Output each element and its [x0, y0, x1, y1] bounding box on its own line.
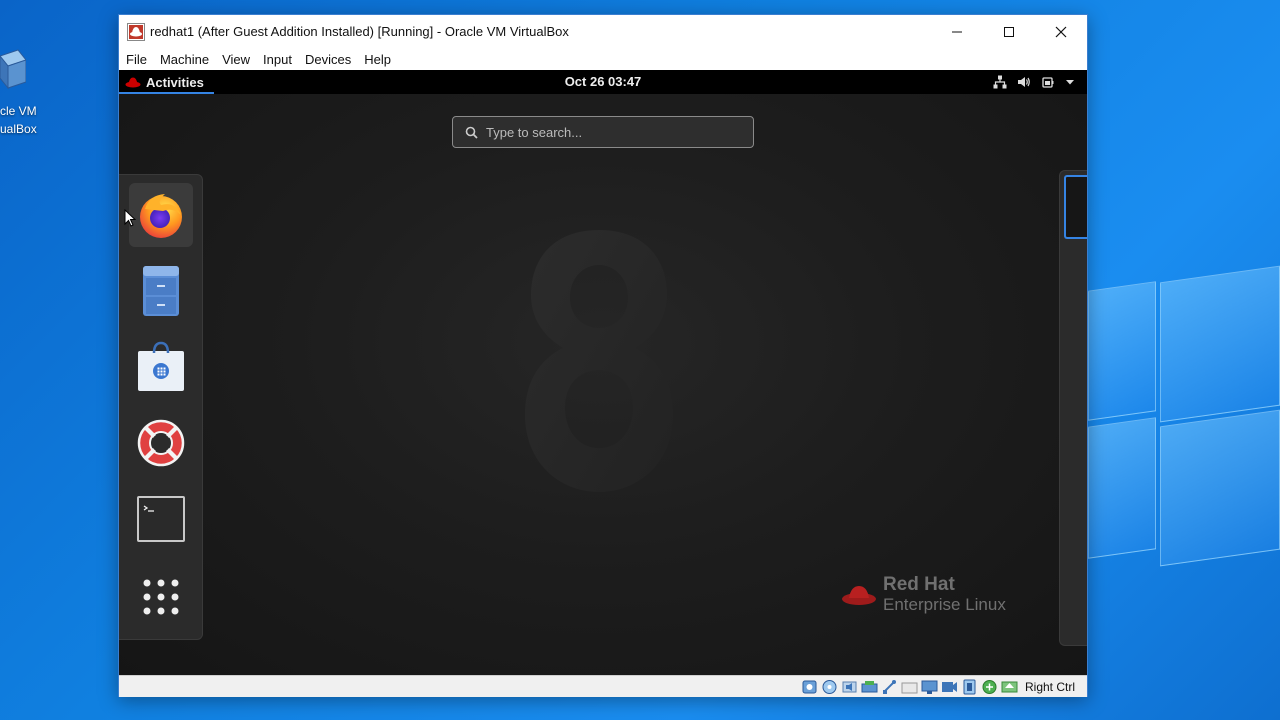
close-icon [1055, 26, 1067, 37]
redhat-fedora-icon [125, 77, 141, 88]
dash-item-help[interactable] [129, 411, 193, 475]
menu-file[interactable]: File [126, 52, 147, 67]
volume-icon [1018, 77, 1030, 87]
menu-view[interactable]: View [222, 52, 250, 67]
brand-line1: Red Hat [883, 574, 955, 595]
activities-indicator [119, 92, 214, 94]
firefox-icon [140, 194, 182, 238]
virtualbox-icon [0, 49, 26, 90]
redhat-logo-icon [842, 586, 876, 605]
guest-additions-icon[interactable] [961, 679, 978, 695]
desktop-icon-virtualbox[interactable]: cle VM ualBox [0, 40, 40, 140]
menu-devices[interactable]: Devices [305, 52, 351, 67]
mouse-cursor-icon [124, 209, 136, 227]
audio-icon[interactable] [841, 679, 858, 695]
minimize-button[interactable] [931, 15, 983, 48]
shared-folders-icon[interactable] [901, 679, 918, 695]
activities-label: Activities [146, 74, 204, 90]
search-box[interactable] [452, 116, 754, 148]
minimize-icon [952, 31, 962, 32]
desktop-icon-label: cle VM ualBox [0, 104, 37, 136]
redhat-vm-icon [127, 22, 145, 41]
dash-item-files[interactable] [129, 259, 193, 323]
rhel8-watermark [525, 230, 673, 492]
window-title: redhat1 (After Guest Addition Installed)… [150, 24, 569, 39]
dash-item-firefox[interactable] [129, 183, 193, 247]
lifebuoy-icon [137, 419, 185, 467]
search-icon [465, 126, 478, 139]
guest-display[interactable]: Oct 26 03:47 Activities Type to search..… [119, 70, 1087, 675]
brand-line2: Enterprise Linux [883, 595, 1006, 614]
close-button[interactable] [1035, 15, 1087, 48]
network-icon [993, 75, 1007, 89]
mouse-integration-icon[interactable] [981, 679, 998, 695]
app-grid-icon [143, 579, 179, 615]
search-input[interactable] [486, 124, 726, 140]
show-applications-button[interactable] [129, 565, 193, 629]
system-tray[interactable] [993, 70, 1075, 94]
terminal-icon [137, 496, 185, 542]
maximize-button[interactable] [983, 15, 1035, 48]
dash [119, 174, 203, 640]
title-bar[interactable]: redhat1 (After Guest Addition Installed)… [119, 15, 1087, 48]
gnome-top-bar: Oct 26 03:47 Activities [119, 70, 1087, 94]
activities-button[interactable]: Activities [125, 70, 204, 94]
file-cabinet-icon [143, 266, 179, 316]
virtualbox-window[interactable]: redhat1 (After Guest Addition Installed)… [118, 14, 1088, 697]
dash-item-software[interactable] [129, 335, 193, 399]
clock[interactable]: Oct 26 03:47 [119, 70, 1087, 94]
redhat-brand: Red Hat Enterprise Linux [841, 575, 1006, 615]
menu-help[interactable]: Help [364, 52, 391, 67]
menu-machine[interactable]: Machine [160, 52, 209, 67]
software-bag-icon [138, 341, 184, 391]
workspace-thumbnail-active[interactable] [1064, 175, 1087, 239]
chevron-down-icon [1066, 80, 1074, 85]
hard-disk-icon[interactable] [801, 679, 818, 695]
workspace-switcher [1059, 170, 1087, 646]
power-icon [1042, 77, 1054, 88]
maximize-icon [1004, 26, 1014, 37]
keyboard-capture-icon[interactable] [1001, 679, 1018, 695]
network-adapter-icon[interactable] [861, 679, 878, 695]
host-key-label[interactable]: Right Ctrl [1025, 680, 1075, 694]
status-bar: Right Ctrl [119, 675, 1087, 697]
usb-icon[interactable] [881, 679, 898, 695]
video-capture-icon[interactable] [941, 679, 958, 695]
optical-drive-icon[interactable] [821, 679, 838, 695]
windows-logo [1088, 250, 1280, 580]
menu-bar: File Machine View Input Devices Help [119, 48, 1087, 70]
dash-item-terminal[interactable] [129, 487, 193, 551]
display-icon[interactable] [921, 679, 938, 695]
menu-input[interactable]: Input [263, 52, 292, 67]
